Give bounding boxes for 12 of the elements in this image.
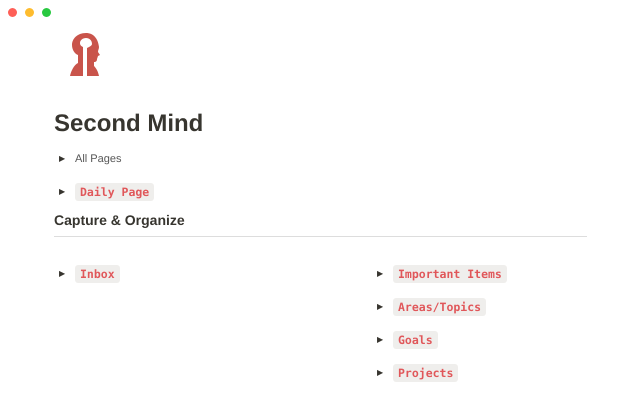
- window-control[interactable]: [25, 8, 34, 17]
- window-control[interactable]: [42, 8, 51, 17]
- toggle-arrow[interactable]: ▶: [54, 269, 75, 278]
- toggle-arrow[interactable]: ▶: [372, 269, 393, 278]
- page-title: Second Mind: [54, 110, 204, 139]
- toggle-arrow[interactable]: ▶: [372, 368, 393, 377]
- toggle-arrow[interactable]: ▶: [372, 302, 393, 311]
- toggle-arrow[interactable]: ▶: [372, 335, 393, 344]
- toggle-arrow[interactable]: ▶: [54, 154, 75, 163]
- section-heading: Capture & Organize: [54, 212, 186, 228]
- toggle-arrow[interactable]: ▶: [54, 187, 75, 196]
- window-control[interactable]: [8, 8, 17, 17]
